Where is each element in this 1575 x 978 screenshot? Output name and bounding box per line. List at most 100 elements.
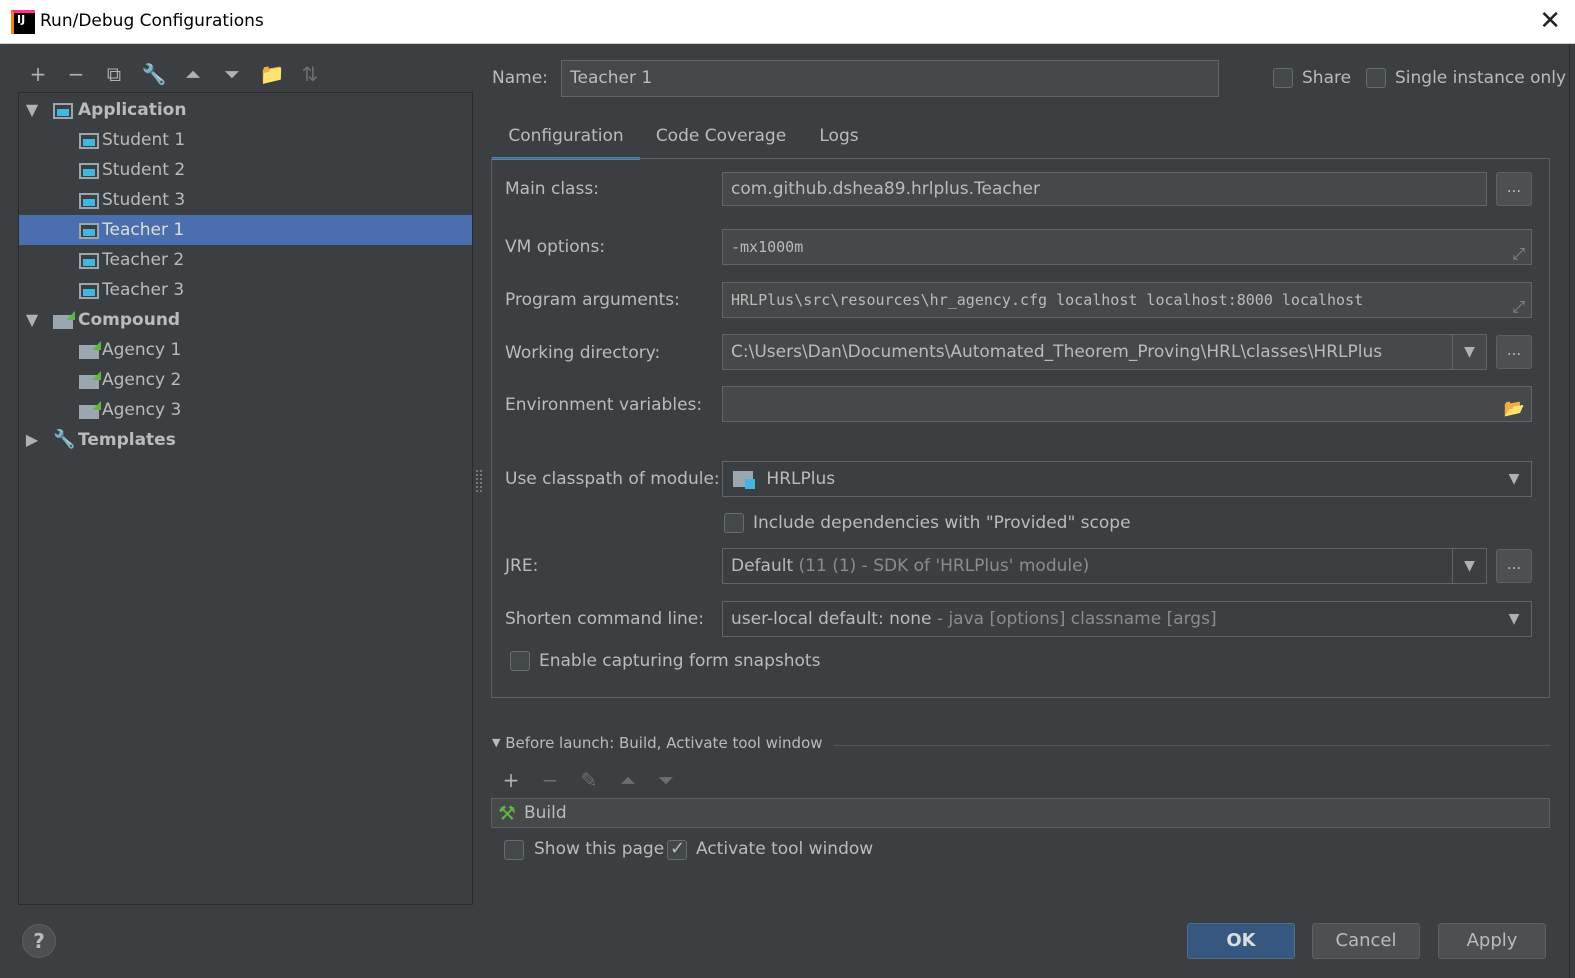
name-input[interactable]: Teacher 1	[561, 60, 1219, 97]
new-folder-button[interactable]: 📁	[258, 60, 286, 88]
chevron-down-icon: ▼	[1508, 471, 1520, 487]
main-class-browse-button[interactable]: ...	[1496, 172, 1532, 206]
tree-group-application[interactable]: ▼ Application	[19, 95, 472, 125]
application-icon	[79, 253, 99, 269]
expand-icon[interactable]: ⤢	[1512, 237, 1525, 264]
activate-tool-window-checkbox[interactable]	[667, 838, 687, 860]
tree-item-label: Agency 3	[102, 400, 182, 420]
tab-logs[interactable]: Logs	[804, 118, 874, 160]
cancel-button[interactable]: Cancel	[1312, 923, 1420, 959]
tree-group-templates[interactable]: ▶ 🔧 Templates	[19, 425, 472, 455]
move-down-button[interactable]: ⏷	[218, 60, 246, 88]
task-list[interactable]: ⚒ Build	[491, 798, 1550, 828]
expand-icon[interactable]: ⤢	[1512, 290, 1525, 317]
tree-item-label: Teacher 1	[102, 220, 185, 240]
environment-variables-input[interactable]: 📂	[722, 386, 1532, 422]
close-icon[interactable]: ✕	[1539, 6, 1561, 36]
add-config-button[interactable]: +	[24, 60, 52, 88]
tree-item-label: Teacher 3	[102, 280, 185, 300]
expanded-arrow-icon[interactable]: ▼	[22, 305, 42, 335]
task-build[interactable]: Build	[524, 799, 567, 827]
edit-defaults-button[interactable]: 🔧	[140, 60, 168, 88]
tree-item-agency-3[interactable]: Agency 3	[19, 395, 472, 425]
main-class-input[interactable]: com.github.dshea89.hrlplus.Teacher	[722, 172, 1487, 206]
program-arguments-label: Program arguments:	[505, 290, 680, 310]
copy-config-button[interactable]: ⧉	[100, 60, 128, 88]
form-snapshots-checkbox[interactable]	[510, 651, 530, 671]
working-directory-label: Working directory:	[505, 343, 661, 363]
collapsed-arrow-icon[interactable]: ▶	[22, 425, 42, 455]
jre-select[interactable]: Default (11 (1) - SDK of 'HRLPlus' modul…	[722, 548, 1487, 584]
application-icon	[79, 133, 99, 149]
remove-task-button[interactable]: −	[536, 766, 564, 794]
chevron-down-icon[interactable]: ▼	[1452, 549, 1486, 583]
working-directory-value: C:\Users\Dan\Documents\Automated_Theorem…	[731, 342, 1383, 362]
classpath-module-select[interactable]: HRLPlus ▼	[722, 461, 1532, 497]
tree-item-label: Agency 1	[102, 340, 182, 360]
before-launch-title[interactable]: Before launch: Build, Activate tool wind…	[505, 734, 822, 752]
folder-icon[interactable]: 📂	[1504, 392, 1525, 421]
configurations-tree[interactable]: ▼ Application Student 1 Student 2 Student 3 T…	[18, 92, 473, 905]
expanded-arrow-icon[interactable]: ▼	[22, 95, 42, 125]
tree-item-teacher-1[interactable]: Teacher 1	[19, 215, 472, 245]
task-up-button[interactable]: ⏶	[614, 766, 642, 794]
include-dependencies-checkbox[interactable]	[724, 513, 744, 533]
before-launch-section: ▼ Before launch: Build, Activate tool wi…	[492, 734, 1550, 752]
wrench-icon: 🔧	[53, 429, 76, 450]
tree-item-agency-2[interactable]: Agency 2	[19, 365, 472, 395]
tree-group-compound[interactable]: ▼ Compound	[19, 305, 472, 335]
form-snapshots-label: Enable capturing form snapshots	[539, 651, 821, 671]
window-edge	[1569, 44, 1575, 978]
tree-item-teacher-2[interactable]: Teacher 2	[19, 245, 472, 275]
move-up-button[interactable]: ⏶	[179, 60, 207, 88]
show-page-checkbox[interactable]	[504, 840, 524, 860]
collapse-icon[interactable]: ▼	[492, 736, 500, 749]
shorten-command-line-select[interactable]: user-local default: none - java [options…	[722, 601, 1532, 637]
classpath-module-value: HRLPlus	[766, 469, 836, 489]
tree-item-student-2[interactable]: Student 2	[19, 155, 472, 185]
window-title: Run/Debug Configurations	[40, 11, 264, 31]
name-label: Name:	[492, 68, 548, 88]
application-icon	[79, 223, 99, 239]
jre-detail: (11 (1) - SDK of 'HRLPlus' module)	[798, 556, 1090, 576]
working-directory-input[interactable]: C:\Users\Dan\Documents\Automated_Theorem…	[722, 334, 1487, 370]
single-instance-checkbox[interactable]	[1366, 68, 1386, 88]
jre-label: JRE:	[505, 556, 539, 576]
tree-group-label: Templates	[78, 430, 176, 450]
splitter-handle[interactable]	[476, 470, 482, 492]
add-task-button[interactable]: +	[497, 766, 525, 794]
tree-item-agency-1[interactable]: Agency 1	[19, 335, 472, 365]
show-page-label: Show this page	[534, 839, 665, 859]
tab-configuration[interactable]: Configuration	[492, 118, 640, 160]
single-instance-label: Single instance only	[1395, 68, 1567, 88]
ok-button[interactable]: OK	[1187, 923, 1295, 959]
vm-options-value: -mx1000m	[731, 238, 804, 256]
tree-item-student-1[interactable]: Student 1	[19, 125, 472, 155]
apply-button[interactable]: Apply	[1438, 923, 1546, 959]
task-down-button[interactable]: ⏷	[652, 766, 680, 794]
activate-tool-window-label: Activate tool window	[696, 839, 874, 859]
vm-options-input[interactable]: -mx1000m ⤢	[722, 229, 1532, 265]
hammer-icon: ⚒	[498, 801, 516, 825]
application-icon	[53, 103, 73, 119]
vm-options-label: VM options:	[505, 237, 606, 257]
divider	[834, 745, 1550, 746]
share-checkbox[interactable]	[1273, 68, 1293, 88]
program-arguments-value: HRLPlus\src\resources\hr_agency.cfg loca…	[731, 291, 1364, 309]
tree-item-student-3[interactable]: Student 3	[19, 185, 472, 215]
chevron-down-icon[interactable]: ▼	[1452, 335, 1486, 369]
edit-task-button[interactable]: ✎	[575, 766, 603, 794]
jre-browse-button[interactable]: ...	[1496, 549, 1532, 583]
tree-item-teacher-3[interactable]: Teacher 3	[19, 275, 472, 305]
compound-icon	[79, 341, 101, 359]
tree-item-label: Teacher 2	[102, 250, 185, 270]
help-icon[interactable]: ?	[22, 924, 56, 958]
sort-button[interactable]: ⇅	[296, 60, 324, 88]
compound-icon	[79, 401, 101, 419]
tree-item-label: Student 3	[102, 190, 186, 210]
tree-item-label: Agency 2	[102, 370, 182, 390]
remove-config-button[interactable]: −	[62, 60, 90, 88]
tab-code-coverage[interactable]: Code Coverage	[642, 118, 800, 160]
program-arguments-input[interactable]: HRLPlus\src\resources\hr_agency.cfg loca…	[722, 282, 1532, 318]
working-directory-browse-button[interactable]: ...	[1496, 335, 1532, 369]
